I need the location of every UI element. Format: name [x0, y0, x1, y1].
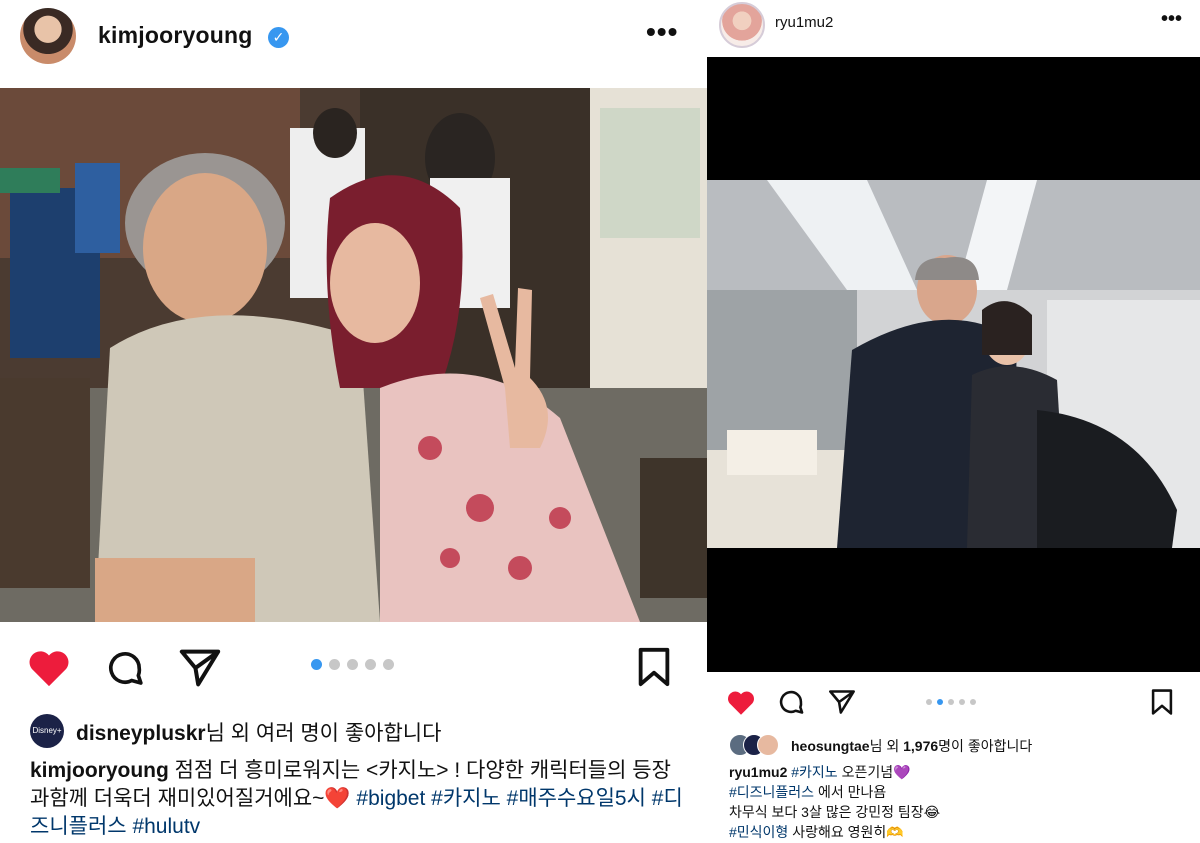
- hashtag-bigbet[interactable]: #bigbet: [356, 787, 425, 810]
- likes-post: 명이 좋아합니다: [938, 738, 1033, 754]
- photo-illustration: [0, 88, 707, 622]
- left-post: kimjooryoung ✓ ••• Disney+ disneypluskr님…: [0, 0, 707, 843]
- heart-icon[interactable]: [26, 646, 72, 688]
- more-options-button[interactable]: •••: [1161, 8, 1182, 31]
- right-post: ryu1mu2 ••• heosungtae님 외 1,976명이 좋아합니다 …: [707, 0, 1200, 843]
- purple-heart-emoji: 💜: [893, 764, 911, 780]
- caption-text: 오픈기념: [837, 764, 894, 780]
- post-photo: [707, 180, 1200, 548]
- likes-text[interactable]: heosungtae님 외 1,976명이 좋아합니다: [791, 736, 1032, 756]
- caption-username[interactable]: kimjooryoung: [30, 759, 169, 782]
- hashtag-hulutv[interactable]: #hulutv: [132, 815, 200, 838]
- carousel-indicator: [926, 699, 976, 705]
- caption-username[interactable]: ryu1mu2: [729, 764, 787, 780]
- profile-avatar[interactable]: [20, 8, 76, 64]
- heart-hands-emoji: 🫶: [886, 824, 904, 840]
- laughing-emoji: 😂: [923, 804, 941, 820]
- carousel-dot: [937, 699, 943, 705]
- hashtag-schedule[interactable]: #매주수요일5시: [507, 787, 646, 810]
- carousel-dot: [970, 699, 976, 705]
- likes-summary: heosungtae님 외 1,976명이 좋아합니다: [729, 734, 1189, 756]
- caption-line: 차무식 보다 3살 많은 강민정 팀장😂: [729, 802, 1189, 822]
- hashtag-minsik[interactable]: #민식이형: [729, 824, 788, 840]
- likes-summary: Disney+ disneypluskr님 외 여러 명이 좋아합니다: [30, 714, 690, 752]
- comment-icon[interactable]: [777, 688, 805, 716]
- verified-badge-icon: ✓: [268, 27, 289, 48]
- post-caption: ryu1mu2 #카지노 오픈기념💜 #디즈니플러스 에서 만나욤 차무식 보다…: [729, 762, 1189, 842]
- carousel-dot: [959, 699, 965, 705]
- hashtag-casino[interactable]: #카지노: [431, 787, 501, 810]
- caption-line: #디즈니플러스 에서 만나욤: [729, 782, 1189, 802]
- caption-text: 사랑해요 영원히: [788, 824, 887, 840]
- carousel-dot: [948, 699, 954, 705]
- likes-pre: 님 외: [869, 738, 904, 754]
- carousel-dot: [383, 659, 394, 670]
- post-header: kimjooryoung ✓ •••: [0, 0, 707, 88]
- caption-text: 차무식 보다 3살 많은 강민정 팀장: [729, 804, 924, 820]
- share-icon[interactable]: [178, 648, 222, 688]
- carousel-dot: [926, 699, 932, 705]
- likes-count[interactable]: 1,976: [903, 738, 938, 754]
- likes-text[interactable]: disneypluskr님 외 여러 명이 좋아합니다: [76, 717, 441, 747]
- heart-icon[interactable]: [725, 688, 757, 716]
- carousel-indicator: [311, 659, 394, 670]
- bookmark-icon[interactable]: [636, 646, 672, 688]
- carousel-dot: [311, 659, 322, 670]
- liker-username[interactable]: heosungtae: [791, 738, 870, 754]
- carousel-dot: [347, 659, 358, 670]
- likes-suffix: 님 외 여러 명이 좋아합니다: [205, 722, 442, 745]
- hashtag-disneyplus[interactable]: #디즈니플러스: [729, 784, 814, 800]
- heart-emoji: ❤️: [324, 787, 351, 810]
- post-actions-bar: [707, 672, 1200, 730]
- carousel-dot: [329, 659, 340, 670]
- post-actions-bar: [0, 622, 707, 712]
- carousel-dot: [365, 659, 376, 670]
- post-username[interactable]: kimjooryoung: [98, 22, 252, 49]
- hashtag-casino[interactable]: #카지노: [791, 764, 837, 780]
- post-media[interactable]: [707, 57, 1200, 672]
- bookmark-icon[interactable]: [1150, 688, 1174, 716]
- liker-avatar[interactable]: [757, 734, 779, 756]
- post-username[interactable]: ryu1mu2: [775, 14, 833, 31]
- photo-illustration: [707, 180, 1200, 548]
- profile-avatar[interactable]: [719, 2, 765, 48]
- caption-line: ryu1mu2 #카지노 오픈기념💜: [729, 762, 1189, 782]
- liker-avatar[interactable]: Disney+: [30, 714, 64, 748]
- caption-text: 에서 만나욤: [814, 784, 887, 800]
- comment-icon[interactable]: [104, 648, 146, 688]
- caption-line: #민식이형 사랑해요 영원히🫶: [729, 822, 1189, 842]
- share-icon[interactable]: [828, 688, 856, 716]
- post-caption: kimjooryoung 점점 더 흥미로워지는 <카지노> ! 다양한 캐릭터…: [30, 757, 690, 841]
- liker-username[interactable]: disneypluskr: [76, 722, 206, 745]
- post-header: ryu1mu2 •••: [707, 0, 1200, 57]
- more-options-button[interactable]: •••: [646, 16, 678, 48]
- post-photo[interactable]: [0, 88, 707, 622]
